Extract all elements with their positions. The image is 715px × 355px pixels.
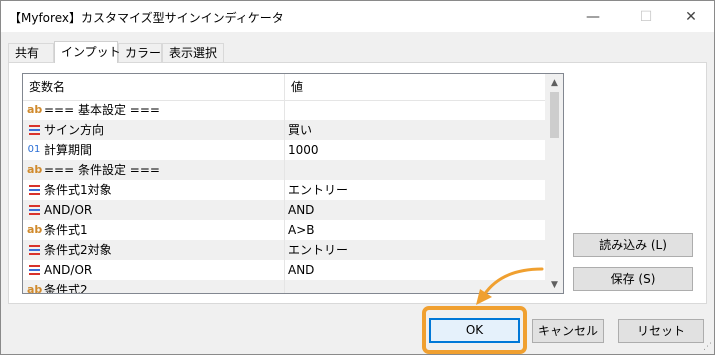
string-type-icon: ab [27,223,43,236]
reset-button[interactable]: リセット [618,319,704,343]
cancel-button[interactable]: キャンセル [532,319,604,343]
parameter-name: AND/OR [44,263,93,277]
parameter-value[interactable] [285,100,547,120]
vertical-scrollbar[interactable]: ▲ ▼ [545,74,563,293]
parameter-name: 計算期間 [44,143,93,157]
title-bar: 【Myforex】カスタマイズ型サインインディケータ — ☐ ✕ [1,1,714,32]
tab-colors[interactable]: カラー [118,43,162,62]
parameter-name: === 条件設定 === [44,163,160,177]
string-type-icon: ab [27,103,43,116]
list-item[interactable]: ab 条件式1 A>B [23,220,547,240]
column-header-value[interactable]: 値 [285,74,547,100]
string-type-icon: ab [27,283,43,294]
parameter-name: 条件式2 [44,283,88,294]
parameter-name: 条件式1対象 [44,183,112,197]
string-type-icon: ab [27,163,43,176]
enum-type-icon [27,260,41,280]
tab-inputs[interactable]: インプット [54,41,121,63]
list-item[interactable]: AND/OR AND [23,200,547,220]
tab-common[interactable]: 共有 [8,43,54,62]
scroll-up-icon[interactable]: ▲ [546,74,563,91]
column-header-name[interactable]: 変数名 [23,74,284,100]
parameter-value[interactable] [285,160,547,180]
enum-type-icon [27,240,41,260]
load-button[interactable]: 読み込み (L) [573,233,693,257]
parameter-name: 条件式1 [44,223,88,237]
list-item[interactable]: 条件式1対象 エントリー [23,180,547,200]
tab-visualization[interactable]: 表示選択 [162,43,224,62]
enum-type-icon [27,200,41,220]
parameter-name: 条件式2対象 [44,243,112,257]
ok-button[interactable]: OK [429,318,520,343]
parameter-value[interactable]: AND [285,200,547,220]
save-button[interactable]: 保存 (S) [573,267,693,291]
scroll-thumb[interactable] [550,92,559,138]
input-parameters-list[interactable]: 変数名 値 ab === 基本設定 === サイン方向 買い 01 計算期間 100… [22,73,564,294]
dialog-window: 【Myforex】カスタマイズ型サインインディケータ — ☐ ✕ 共有 インプッ… [0,0,715,355]
list-item[interactable]: 01 計算期間 1000 [23,140,547,160]
window-title: 【Myforex】カスタマイズ型サインインディケータ [9,11,284,25]
parameter-name: AND/OR [44,203,93,217]
scroll-down-icon[interactable]: ▼ [546,276,563,293]
parameter-value[interactable]: エントリー [285,180,547,200]
pointer-arrow-icon [476,267,544,305]
parameter-value[interactable]: 1000 [285,140,547,160]
list-header: 変数名 値 [23,74,547,101]
resize-grip-icon[interactable]: ⋰ [703,342,712,352]
list-item[interactable]: ab === 基本設定 === [23,100,547,120]
enum-type-icon [27,120,41,140]
list-item[interactable]: ab === 条件設定 === [23,160,547,180]
parameter-value[interactable]: エントリー [285,240,547,260]
integer-type-icon: 01 [27,144,41,155]
maximize-icon: ☐ [639,8,653,25]
parameter-value[interactable]: 買い [285,120,547,140]
list-item[interactable]: サイン方向 買い [23,120,547,140]
parameter-value[interactable]: A>B [285,220,547,240]
parameter-name: サイン方向 [44,123,105,137]
list-item[interactable]: 条件式2対象 エントリー [23,240,547,260]
close-icon[interactable]: ✕ [668,1,714,32]
minimize-icon[interactable]: — [570,1,616,32]
parameter-name: === 基本設定 === [44,103,160,117]
enum-type-icon [27,180,41,200]
